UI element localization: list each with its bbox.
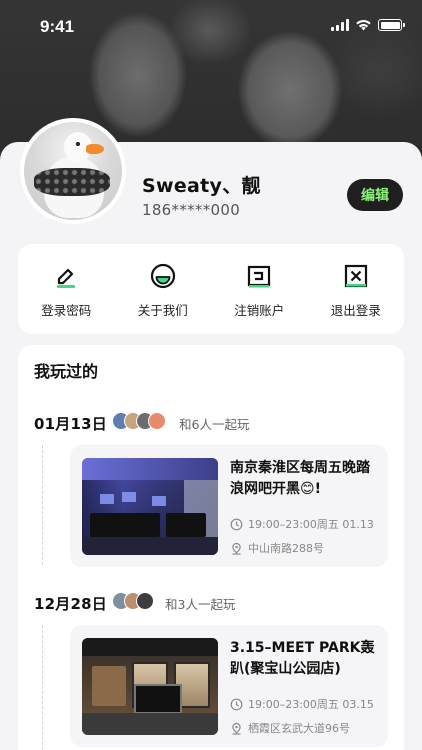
menu-item-cancel-account[interactable]: 注销账户 [211, 244, 308, 334]
event-time: 19:00–23:00周五 01.13 [248, 518, 374, 531]
clock-icon [230, 698, 243, 710]
menu-item-log-out[interactable]: 退出登录 [308, 244, 405, 334]
account-menu: 登录密码 关于我们 注销账户 退出登录 [18, 244, 404, 334]
event-title: 3.15–MEET PARK轰趴(聚宝山公园店) [230, 640, 375, 677]
event-card[interactable]: 3.15–MEET PARK轰趴(聚宝山公园店) 19:00–23:00周五 0… [70, 625, 388, 747]
edit-profile-button[interactable]: 编辑 [347, 179, 403, 211]
status-time: 9:41 [40, 17, 75, 36]
status-bar: 9:41 [0, 0, 422, 56]
menu-item-login-password[interactable]: 登录密码 [18, 244, 115, 334]
event-time: 19:00–23:00周五 03.15 [248, 698, 374, 711]
event-location-row: 中山南路288号 [230, 540, 324, 556]
cellular-signal-icon [331, 19, 349, 31]
wifi-icon [356, 20, 371, 31]
menu-label: 注销账户 [234, 303, 285, 318]
section-title: 我玩过的 [34, 362, 99, 381]
play-date: 12月28日 [34, 595, 107, 613]
event-location-row: 栖霞区玄武大道96号 [230, 720, 350, 736]
location-pin-icon [232, 722, 241, 735]
menu-label: 登录密码 [41, 303, 92, 318]
location-pin-icon [232, 542, 241, 555]
event-thumbnail [82, 458, 218, 555]
play-date: 01月13日 [34, 415, 107, 433]
menu-label: 退出登录 [330, 303, 381, 318]
event-time-row: 19:00–23:00周五 03.15 [230, 696, 374, 712]
menu-item-about-us[interactable]: 关于我们 [115, 244, 212, 334]
clock-icon [230, 518, 243, 530]
pencil-icon [57, 268, 76, 288]
event-card[interactable]: 南京秦淮区每周五晚踏浪网吧开黑😊! 19:00–23:00周五 01.13 中山… [70, 445, 388, 567]
avatar[interactable] [20, 118, 126, 224]
event-time-row: 19:00–23:00周五 01.13 [230, 516, 374, 532]
played-history-card: 我玩过的 01月13日 和6人一起玩 南京秦淮区每周五晚踏浪网吧开黑😊! 19:… [18, 345, 404, 750]
player-avatars[interactable] [112, 412, 166, 430]
event-title: 南京秦淮区每周五晚踏浪网吧开黑😊! [230, 460, 370, 497]
menu-label: 关于我们 [137, 303, 188, 318]
phone-number: 186*****000 [142, 201, 241, 219]
timeline-line [42, 625, 43, 750]
smile-circle-icon [150, 263, 175, 289]
timeline-line [42, 445, 43, 565]
played-with-count: 和6人一起玩 [179, 417, 250, 432]
close-box-icon [344, 264, 367, 288]
player-avatars[interactable] [112, 592, 154, 610]
username: Sweaty、靓 [142, 175, 261, 197]
played-with-count: 和3人一起玩 [165, 597, 236, 612]
event-location: 中山南路288号 [248, 542, 324, 555]
logout-box-icon [248, 265, 271, 288]
event-location: 栖霞区玄武大道96号 [248, 722, 350, 735]
battery-icon [378, 19, 405, 31]
event-thumbnail [82, 638, 218, 735]
